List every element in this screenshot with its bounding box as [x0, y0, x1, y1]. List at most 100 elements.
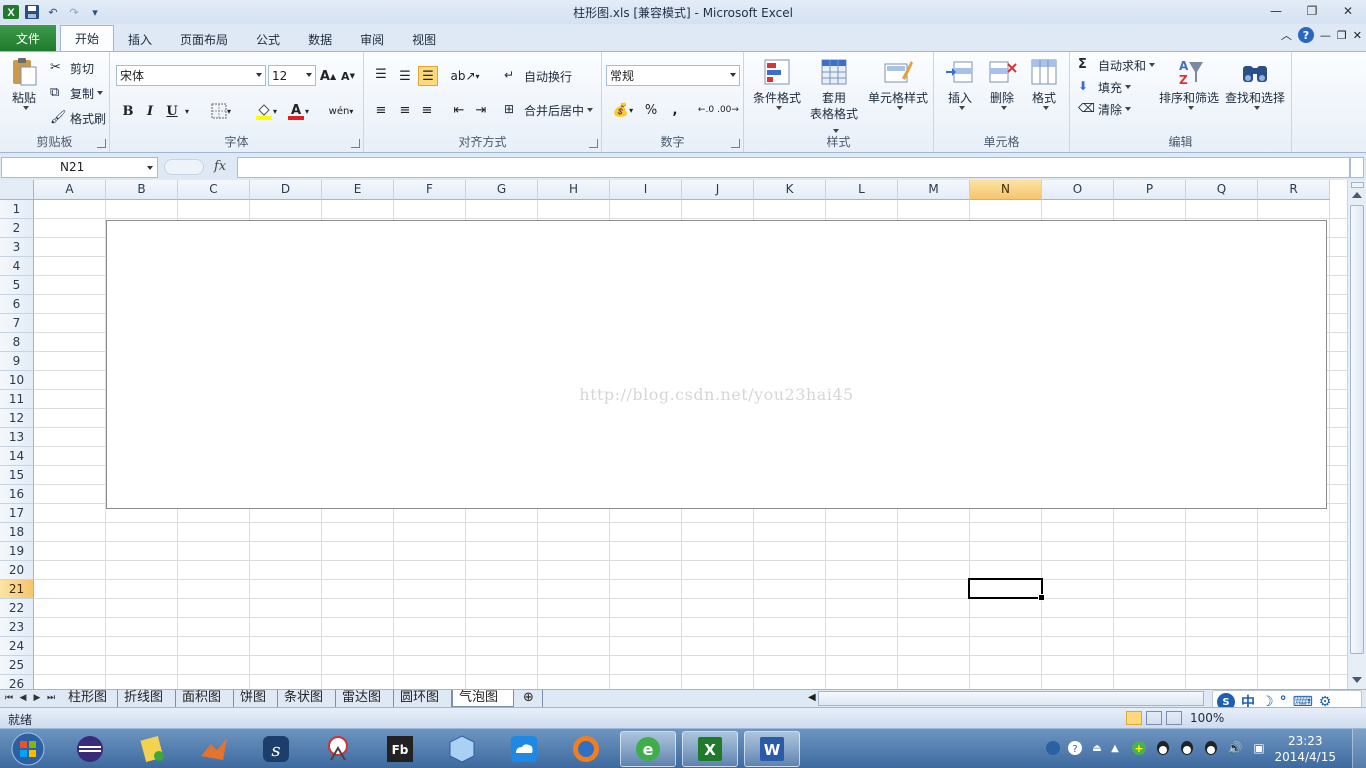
minimize-ribbon-icon[interactable]: ︿	[1281, 27, 1292, 43]
row-header[interactable]: 26	[0, 675, 34, 689]
redo-icon[interactable]: ↷	[65, 3, 83, 21]
tray-help-icon[interactable]: ?	[1066, 739, 1084, 757]
hscroll-left-icon[interactable]: ◀	[808, 692, 816, 703]
taskbar-eclipse-icon[interactable]	[62, 731, 118, 767]
format-painter-button[interactable]: 🖌 格式刷	[50, 108, 106, 128]
row-header[interactable]: 5	[0, 276, 34, 295]
grow-font-icon[interactable]: A ▲	[320, 66, 336, 86]
tray-qq-icon-2[interactable]	[1178, 739, 1196, 757]
row-header[interactable]: 17	[0, 504, 34, 523]
tray-qq-icon-3[interactable]	[1202, 739, 1220, 757]
decrease-indent-icon[interactable]: ⇤	[450, 100, 468, 120]
vertical-scrollbar[interactable]	[1347, 180, 1366, 689]
column-header[interactable]: G	[466, 180, 538, 200]
row-header[interactable]: 7	[0, 314, 34, 333]
column-header[interactable]: R	[1258, 180, 1330, 200]
column-header[interactable]: C	[178, 180, 250, 200]
restore-button[interactable]: ❐	[1294, 0, 1330, 22]
sheet-tab[interactable]: 条状图	[278, 690, 336, 707]
excel-app-icon[interactable]: X	[2, 3, 20, 21]
tab-review[interactable]: 审阅	[346, 27, 398, 51]
cut-button[interactable]: ✂ 剪切	[50, 58, 94, 78]
clipboard-launcher-icon[interactable]	[97, 139, 106, 148]
row-header[interactable]: 22	[0, 599, 34, 618]
font-color-button[interactable]: A ▾	[284, 101, 312, 121]
taskbar-firefox-icon[interactable]	[558, 731, 614, 767]
row-header[interactable]: 3	[0, 238, 34, 257]
workbook-restore-icon[interactable]: ❐	[1337, 29, 1347, 42]
column-header[interactable]: B	[106, 180, 178, 200]
sheet-tab[interactable]: 折线图	[118, 690, 176, 707]
tray-qq-icon-1[interactable]	[1154, 739, 1172, 757]
sheet-tab[interactable]: 气泡图	[452, 690, 514, 707]
taskbar-cube-icon[interactable]	[434, 731, 490, 767]
row-header[interactable]: 10	[0, 371, 34, 390]
column-header[interactable]: E	[322, 180, 394, 200]
tab-page-layout[interactable]: 页面布局	[166, 27, 242, 51]
row-header[interactable]: 8	[0, 333, 34, 352]
chart-area[interactable]: http://blog.csdn.net/you23hai45	[106, 220, 1327, 509]
save-icon[interactable]	[23, 3, 41, 21]
clear-button[interactable]: ⌫ 清除	[1078, 99, 1132, 119]
column-header[interactable]: H	[538, 180, 610, 200]
insert-function-button[interactable]: fx	[214, 159, 226, 174]
insert-cells-button[interactable]: 插入	[940, 56, 980, 110]
tab-data[interactable]: 数据	[294, 27, 346, 51]
show-desktop-button[interactable]	[1352, 729, 1366, 768]
decrease-decimal-icon[interactable]: .00→	[717, 100, 739, 120]
row-header[interactable]: 1	[0, 200, 34, 219]
alignment-launcher-icon[interactable]	[589, 139, 598, 148]
last-sheet-icon[interactable]: ⏭	[46, 693, 56, 704]
page-break-view-icon[interactable]	[1166, 711, 1182, 725]
minimize-button[interactable]: —	[1258, 0, 1294, 22]
scroll-up-icon[interactable]	[1352, 192, 1362, 198]
delete-cells-button[interactable]: 删除	[982, 56, 1022, 110]
customize-qat-icon[interactable]: ▾	[86, 3, 104, 21]
row-header[interactable]: 15	[0, 466, 34, 485]
close-button[interactable]: ✕	[1330, 0, 1366, 22]
sheet-tab[interactable]: 柱形图	[62, 690, 118, 707]
row-header[interactable]: 6	[0, 295, 34, 314]
row-header[interactable]: 4	[0, 257, 34, 276]
sheet-tab[interactable]: 圆环图	[394, 690, 452, 707]
phonetic-guide-icon[interactable]: wén ▾	[326, 101, 356, 121]
tab-file[interactable]: 文件	[0, 25, 56, 51]
find-select-button[interactable]: 查找和选择	[1224, 56, 1286, 110]
merge-center-button[interactable]: ⊞ 合并后居中	[504, 100, 594, 120]
tray-usb-icon[interactable]: ⏏	[1088, 739, 1106, 757]
underline-button[interactable]: U	[164, 101, 180, 121]
taskbar-snipping-icon[interactable]	[310, 731, 366, 767]
align-left-icon[interactable]: ≡	[372, 100, 390, 120]
tray-network-icon[interactable]	[1044, 739, 1062, 757]
help-icon[interactable]: ?	[1297, 27, 1314, 43]
align-bottom-icon[interactable]: ☰	[418, 66, 438, 86]
row-header[interactable]: 12	[0, 409, 34, 428]
column-header[interactable]: F	[394, 180, 466, 200]
column-header[interactable]: L	[826, 180, 898, 200]
taskbar-excel-icon[interactable]: X	[682, 731, 738, 767]
row-header[interactable]: 14	[0, 447, 34, 466]
tray-360-icon[interactable]: +	[1130, 739, 1148, 757]
first-sheet-icon[interactable]: ⏮	[4, 693, 14, 704]
sheet-tab[interactable]: 雷达图	[336, 690, 394, 707]
column-header[interactable]: N	[970, 180, 1042, 200]
taskbar-word-icon[interactable]: W	[744, 731, 800, 767]
row-header[interactable]: 16	[0, 485, 34, 504]
active-cell[interactable]	[968, 578, 1045, 601]
row-header[interactable]: 23	[0, 618, 34, 637]
tray-display-icon[interactable]: ▣	[1250, 739, 1268, 757]
sheet-tab[interactable]: 饼图	[234, 690, 278, 707]
workbook-close-icon[interactable]: ✕	[1353, 29, 1362, 42]
row-header[interactable]: 24	[0, 637, 34, 656]
insert-sheet-icon[interactable]: ⊕	[517, 690, 543, 707]
wrap-text-button[interactable]: ↵ 自动换行	[504, 66, 572, 86]
taskbar-matlab-icon[interactable]	[186, 731, 242, 767]
taskbar-notepad-icon[interactable]	[124, 731, 180, 767]
next-sheet-icon[interactable]: ▶	[32, 693, 42, 704]
cell-styles-button[interactable]: 单元格样式	[864, 56, 932, 110]
prev-sheet-icon[interactable]: ◀	[18, 693, 28, 704]
tab-home[interactable]: 开始	[60, 25, 115, 51]
workbook-minimize-icon[interactable]: —	[1320, 29, 1331, 42]
row-header[interactable]: 25	[0, 656, 34, 675]
tab-insert[interactable]: 插入	[114, 27, 166, 51]
